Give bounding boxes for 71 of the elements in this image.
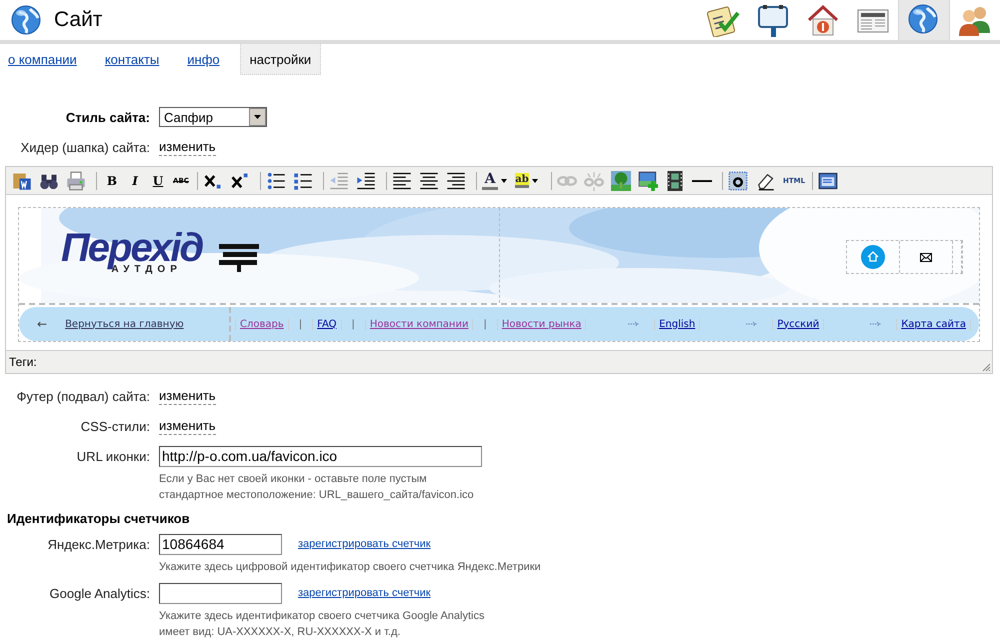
field-label: Google Analytics: — [48, 586, 151, 600]
section-heading: Идентификаторы счетчиков — [7, 511, 191, 526]
bullet-list-icon[interactable] — [266, 170, 286, 190]
nav-separator: | — [352, 318, 355, 330]
edit-link[interactable]: изменить — [159, 388, 216, 404]
house-icon — [806, 3, 840, 37]
nav-link[interactable]: Карта сайта — [896, 318, 971, 330]
hint-text: Укажите здесь цифровой идентификатор своего счетчика Яндекс.Метрики — [159, 560, 542, 575]
arrow-glyph: ← — [37, 317, 48, 331]
nav-link[interactable]: Новости рынка — [496, 318, 586, 330]
printer-icon[interactable] — [66, 170, 86, 190]
caret-icon — [254, 115, 261, 119]
hint-text: стандартное местоположение: URL_вашего_сайта/favicon.ico — [159, 488, 475, 503]
align-right-icon[interactable] — [446, 170, 466, 190]
tags-label: Теги: — [9, 355, 37, 369]
tab[interactable]: контакты — [104, 44, 160, 75]
source-window-icon[interactable] — [818, 170, 838, 190]
tab[interactable]: инфо — [187, 44, 220, 75]
paste-word-icon[interactable] — [12, 170, 32, 190]
align-left-icon[interactable] — [392, 170, 412, 190]
hint-text: Укажите здесь идентификатор своего счетчика Google Analytics — [159, 609, 486, 624]
field-label: Футер (подвал) сайта: — [16, 388, 151, 404]
nav-separator: | — [483, 318, 487, 330]
tab[interactable]: настройки — [240, 44, 322, 75]
page-title: Сайт — [54, 8, 102, 32]
logo-bars-icon — [219, 244, 259, 272]
italic-button[interactable]: I — [125, 170, 145, 190]
highlight-button[interactable]: ab — [515, 173, 529, 188]
edit-link[interactable]: изменить — [159, 418, 216, 434]
nav-link[interactable]: Новости компании — [364, 318, 474, 330]
nav-link[interactable]: Вернуться на главную — [61, 318, 188, 330]
register-link[interactable]: зарегистрировать счетчик — [298, 538, 431, 550]
toolbar-tab[interactable] — [898, 0, 950, 40]
envelope-icon[interactable] — [920, 252, 932, 262]
indent-icon[interactable] — [356, 170, 376, 190]
field-label: Хидер (шапка) сайта: — [20, 140, 151, 154]
field-label: URL иконки: — [76, 448, 151, 464]
numbered-list-icon[interactable] — [293, 170, 313, 190]
bold-button[interactable]: B — [102, 170, 122, 190]
caret-icon[interactable] — [532, 178, 538, 182]
nav-link[interactable]: Словарь — [235, 318, 289, 330]
tree-picture-icon[interactable] — [611, 170, 631, 190]
input-field[interactable]: 10864684 — [159, 534, 282, 554]
font-color-button[interactable]: A — [482, 172, 498, 190]
home-icon[interactable] — [861, 245, 885, 269]
input-field[interactable]: http://p-o.com.ua/favicon.ico — [159, 446, 482, 466]
edit-link[interactable]: изменить — [159, 138, 216, 156]
superscript-icon[interactable] — [230, 170, 250, 190]
hint-text: имеет вид: UA-XXXXXX-X, RU-XXXXXX-X и т.д. — [159, 625, 402, 638]
film-strip-icon[interactable] — [665, 170, 685, 190]
nav-link[interactable]: FAQ — [312, 318, 342, 330]
nav-separator: | — [298, 318, 302, 330]
resize-grip-icon[interactable] — [982, 363, 991, 372]
align-center-icon[interactable] — [419, 170, 439, 190]
nav-link[interactable]: English — [654, 318, 700, 330]
arrow-icon — [746, 321, 758, 327]
arrow-icon — [628, 321, 640, 327]
nav-link[interactable]: Русский — [772, 318, 824, 330]
underline-button[interactable]: U — [148, 170, 168, 190]
field-label: Яндекс.Метрика: — [46, 536, 151, 552]
billboard-icon — [756, 3, 790, 37]
style-dropdown[interactable]: Сапфир — [159, 107, 267, 127]
tab[interactable]: о компании — [8, 44, 77, 75]
input-field[interactable] — [159, 582, 282, 604]
arrow-icon — [870, 321, 882, 327]
insert-image-icon[interactable] — [638, 170, 658, 190]
field-label: CSS-стили: — [80, 418, 151, 434]
hint-text: Если у Вас нет своей иконки - оставьте поле пустым — [159, 472, 428, 487]
field-label: Стиль сайта: — [64, 110, 151, 124]
register-link[interactable]: зарегистрировать счетчик — [298, 587, 431, 599]
caret-icon[interactable] — [501, 178, 507, 182]
